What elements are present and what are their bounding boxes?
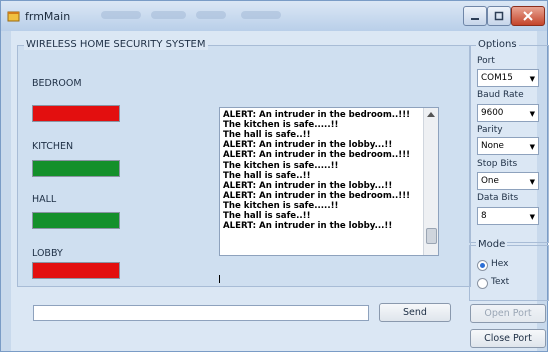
open-port-button[interactable]: Open Port	[470, 304, 546, 323]
baud-rate-value: 9600	[481, 108, 504, 118]
text-caret	[219, 275, 220, 283]
security-group-title: WIRELESS HOME SECURITY SYSTEM	[24, 39, 208, 50]
blurred-title-region	[241, 11, 281, 19]
log-line: The hall is safe..!!	[223, 170, 311, 181]
chevron-down-icon: ▼	[529, 143, 535, 151]
log-scrollbar[interactable]	[423, 108, 438, 255]
log-line: The kitchen is safe.....!!	[223, 200, 339, 211]
room-label-kitchen: KITCHEN	[32, 141, 74, 152]
port-combo[interactable]: COM15 ▼	[477, 69, 539, 87]
log-line: ALERT: An intruder in the bedroom..!!!	[223, 110, 411, 120]
maximize-icon	[494, 11, 504, 21]
app-window: frmMain WIRELESS HOME SECURITY SYSTEM BE…	[0, 0, 549, 352]
log-line: The kitchen is safe.....!!	[223, 120, 339, 131]
parity-combo[interactable]: None ▼	[477, 137, 539, 155]
room-status-bedroom	[32, 105, 120, 122]
log-line: The hall is safe..!!	[223, 130, 311, 141]
client-area: WIRELESS HOME SECURITY SYSTEM BEDROOM KI…	[11, 31, 549, 351]
hex-radio[interactable]	[477, 260, 488, 271]
chevron-down-icon: ▼	[529, 110, 535, 118]
blurred-title-region	[101, 11, 141, 19]
title-bar[interactable]: frmMain	[1, 1, 547, 31]
app-icon	[7, 11, 20, 22]
log-line: ALERT: An intruder in the lobby...!!	[223, 221, 393, 232]
minimize-icon	[471, 18, 479, 20]
log-scroll-thumb[interactable]	[426, 228, 437, 244]
room-status-kitchen	[32, 160, 120, 177]
hex-radio-label[interactable]: Hex	[491, 259, 508, 269]
scroll-up-icon[interactable]	[427, 111, 435, 117]
maximize-button[interactable]	[487, 6, 511, 26]
log-line: ALERT: An intruder in the bedroom..!!!	[223, 150, 411, 161]
blurred-title-region	[151, 11, 186, 19]
room-label-hall: HALL	[32, 194, 57, 205]
chevron-down-icon: ▼	[529, 213, 535, 221]
close-port-button[interactable]: Close Port	[470, 329, 546, 348]
room-label-lobby: LOBBY	[32, 248, 63, 259]
data-bits-value: 8	[481, 211, 487, 221]
room-status-hall	[32, 212, 120, 229]
stop-bits-label: Stop Bits	[477, 159, 518, 169]
port-value: COM15	[481, 73, 513, 83]
window-title: frmMain	[25, 10, 71, 23]
options-group-title: Options	[476, 39, 519, 50]
mode-group-title: Mode	[476, 239, 508, 250]
mode-group: Mode	[469, 239, 549, 301]
room-label-bedroom: BEDROOM	[32, 78, 82, 89]
room-status-lobby	[32, 262, 120, 279]
text-radio[interactable]	[477, 278, 488, 289]
send-button[interactable]: Send	[379, 303, 451, 322]
data-bits-combo[interactable]: 8 ▼	[477, 207, 539, 225]
port-label: Port	[477, 56, 495, 66]
log-textbox[interactable]: ALERT: An intruder in the bedroom..!!! Th…	[219, 107, 439, 256]
baud-rate-label: Baud Rate	[477, 90, 524, 100]
blurred-title-region	[196, 11, 226, 19]
chevron-down-icon: ▼	[529, 178, 535, 186]
baud-rate-combo[interactable]: 9600 ▼	[477, 104, 539, 122]
log-line: ALERT: An intruder in the bedroom..!!!	[223, 190, 411, 201]
text-radio-label[interactable]: Text	[491, 277, 509, 287]
close-button[interactable]	[511, 6, 545, 26]
data-bits-label: Data Bits	[477, 193, 519, 203]
stop-bits-combo[interactable]: One ▼	[477, 172, 539, 190]
chevron-down-icon: ▼	[529, 75, 535, 83]
log-line: ALERT: An intruder in the lobby...!!	[223, 140, 393, 151]
log-line: The kitchen is safe.....!!	[223, 160, 339, 171]
log-line: ALERT: An intruder in the lobby...!!	[223, 180, 393, 191]
parity-label: Parity	[477, 125, 503, 135]
minimize-button[interactable]	[463, 6, 487, 26]
close-icon	[523, 11, 533, 21]
parity-value: None	[481, 141, 504, 151]
log-line: The hall is safe..!!	[223, 211, 311, 221]
send-text-input[interactable]	[33, 305, 369, 321]
stop-bits-value: One	[481, 176, 499, 186]
